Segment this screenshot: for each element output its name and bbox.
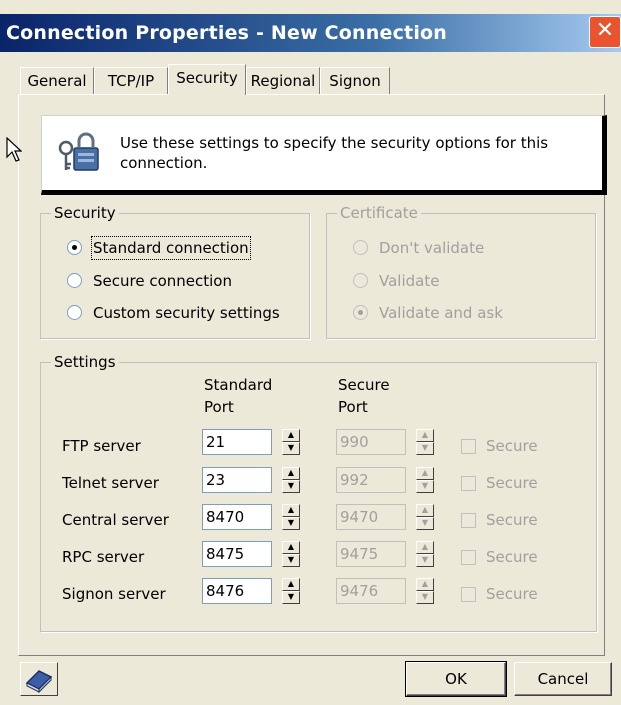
rpc-secure-port-spinner[interactable]: ▲ ▼ <box>416 541 434 567</box>
window-title: Connection Properties - New Connection <box>6 22 448 44</box>
spin-up-icon[interactable]: ▲ <box>416 429 434 442</box>
ftp-secure-port-spinner[interactable]: ▲ ▼ <box>416 429 434 455</box>
spin-up-icon[interactable]: ▲ <box>282 541 300 554</box>
telnet-secure-port-spinner[interactable]: ▲ ▼ <box>416 467 434 493</box>
telnet-secure-port-input[interactable] <box>336 467 406 493</box>
mouse-cursor-icon <box>6 137 22 162</box>
close-button[interactable]: ✕ <box>589 16 621 48</box>
ok-button[interactable]: OK <box>405 661 507 697</box>
close-icon: ✕ <box>595 18 615 43</box>
radio-button[interactable] <box>67 273 82 288</box>
spin-down-icon[interactable]: ▼ <box>282 480 300 493</box>
radio-label: Secure connection <box>93 272 232 290</box>
checkbox-label: Secure <box>486 548 538 566</box>
central-standard-port-input[interactable] <box>202 504 272 530</box>
rpc-standard-port-input[interactable] <box>202 541 272 567</box>
ftp-standard-port-spinner[interactable]: ▲ ▼ <box>282 429 300 455</box>
spin-down-icon[interactable]: ▼ <box>416 517 434 530</box>
row-label-rpc: RPC server <box>62 548 145 566</box>
spin-down-icon[interactable]: ▼ <box>416 554 434 567</box>
radio-label: Validate and ask <box>379 304 503 322</box>
standard-port-header: Standard Port <box>204 376 273 416</box>
spin-up-icon[interactable]: ▲ <box>282 578 300 591</box>
spin-up-icon[interactable]: ▲ <box>282 504 300 517</box>
spin-down-icon[interactable]: ▼ <box>282 554 300 567</box>
checkbox-label: Secure <box>486 474 538 492</box>
radio-button[interactable] <box>353 273 368 288</box>
checkbox[interactable] <box>461 439 476 454</box>
spin-up-icon[interactable]: ▲ <box>416 541 434 554</box>
security-group-label: Security <box>51 203 119 223</box>
checkbox[interactable] <box>461 476 476 491</box>
spin-up-icon[interactable]: ▲ <box>416 467 434 480</box>
radio-button[interactable] <box>67 240 82 255</box>
checkbox-label: Secure <box>486 585 538 603</box>
spin-down-icon[interactable]: ▼ <box>416 480 434 493</box>
spin-up-icon[interactable]: ▲ <box>282 467 300 480</box>
key-lock-icon <box>58 132 99 171</box>
row-label-ftp: FTP server <box>62 437 141 455</box>
telnet-standard-port-spinner[interactable]: ▲ ▼ <box>282 467 300 493</box>
central-standard-port-spinner[interactable]: ▲ ▼ <box>282 504 300 530</box>
radio-label: Custom security settings <box>93 304 280 322</box>
signon-secure-port-spinner[interactable]: ▲ ▼ <box>416 578 434 604</box>
tab-signon[interactable]: Signon <box>320 67 390 94</box>
tab-tcpip[interactable]: TCP/IP <box>94 67 168 94</box>
certificate-group-label: Certificate <box>337 203 421 223</box>
telnet-standard-port-input[interactable] <box>202 467 272 493</box>
spin-down-icon[interactable]: ▼ <box>282 591 300 604</box>
rpc-secure-port-input[interactable] <box>336 541 406 567</box>
row-label-signon: Signon server <box>62 585 166 603</box>
row-label-telnet: Telnet server <box>62 474 159 492</box>
rpc-standard-port-spinner[interactable]: ▲ ▼ <box>282 541 300 567</box>
security-group: Security Standard connection Secure conn… <box>40 203 310 339</box>
spin-down-icon[interactable]: ▼ <box>416 442 434 455</box>
help-book-icon <box>25 670 53 694</box>
radio-button[interactable] <box>353 305 368 320</box>
info-box: Use these settings to specify the securi… <box>41 115 607 195</box>
radio-label: Don't validate <box>379 239 485 257</box>
cancel-button[interactable]: Cancel <box>514 662 612 696</box>
central-secure-port-spinner[interactable]: ▲ ▼ <box>416 504 434 530</box>
ftp-standard-port-input[interactable] <box>202 429 272 455</box>
central-secure-port-input[interactable] <box>336 504 406 530</box>
certificate-group: Certificate Don't validate Validate Vali… <box>326 203 596 339</box>
tab-general[interactable]: General <box>20 67 94 94</box>
help-button[interactable] <box>20 662 58 696</box>
checkbox[interactable] <box>461 550 476 565</box>
signon-standard-port-input[interactable] <box>202 578 272 604</box>
spin-down-icon[interactable]: ▼ <box>282 442 300 455</box>
secure-port-header: Secure Port <box>338 376 390 416</box>
checkbox[interactable] <box>461 587 476 602</box>
info-text: Use these settings to specify the securi… <box>120 134 549 172</box>
title-bar[interactable]: Connection Properties - New Connection ✕ <box>0 14 621 52</box>
ftp-secure-port-input[interactable] <box>336 429 406 455</box>
tab-regional[interactable]: Regional <box>246 67 320 94</box>
radio-label: Validate <box>379 272 440 290</box>
spin-down-icon[interactable]: ▼ <box>416 591 434 604</box>
spin-up-icon[interactable]: ▲ <box>416 504 434 517</box>
checkbox-label: Secure <box>486 437 538 455</box>
signon-standard-port-spinner[interactable]: ▲ ▼ <box>282 578 300 604</box>
radio-button[interactable] <box>353 240 368 255</box>
signon-secure-port-input[interactable] <box>336 578 406 604</box>
row-label-central: Central server <box>62 511 169 529</box>
radio-label: Standard connection <box>91 236 251 260</box>
spin-down-icon[interactable]: ▼ <box>282 517 300 530</box>
settings-group-label: Settings <box>51 352 119 372</box>
spin-up-icon[interactable]: ▲ <box>416 578 434 591</box>
connection-properties-dialog: Connection Properties - New Connection ✕… <box>0 0 621 705</box>
checkbox-label: Secure <box>486 511 538 529</box>
tab-security[interactable]: Security <box>168 64 246 95</box>
radio-button[interactable] <box>67 305 82 320</box>
checkbox[interactable] <box>461 513 476 528</box>
spin-up-icon[interactable]: ▲ <box>282 429 300 442</box>
